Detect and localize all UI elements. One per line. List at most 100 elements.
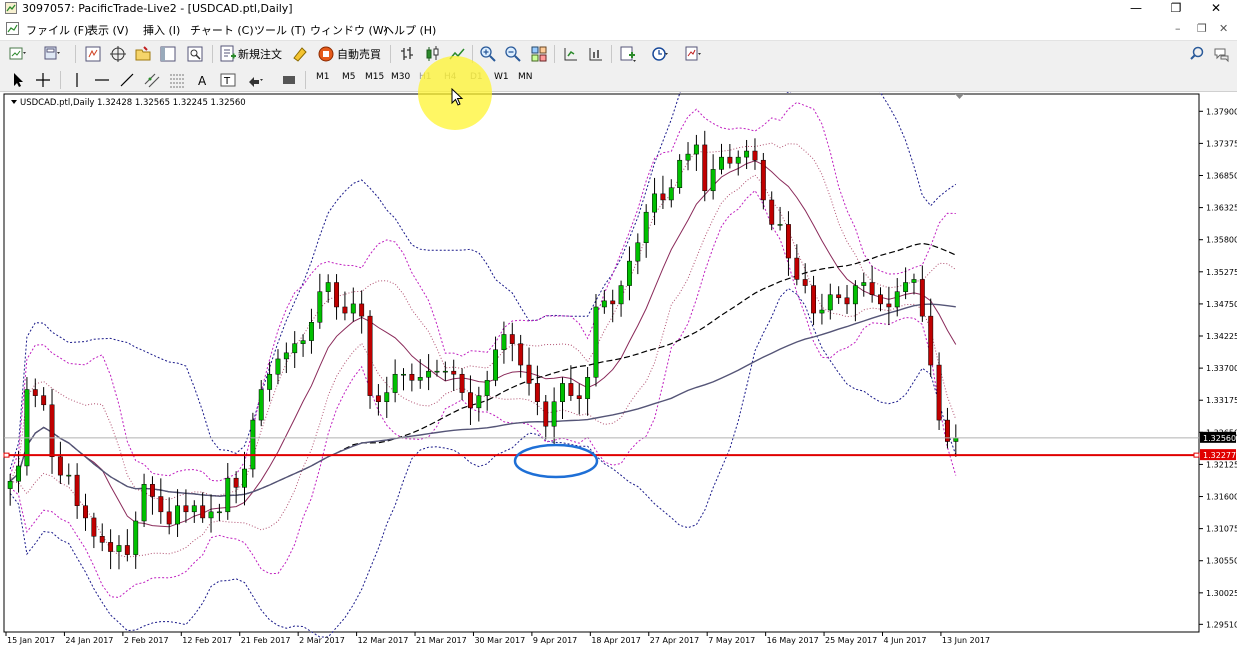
timeframe-m1[interactable]: M1 — [316, 72, 330, 82]
horizontal-line-icon[interactable] — [92, 70, 112, 90]
chart-window[interactable]: 1.37900 1.37375 1.36850 1.36325 1.35800 1.352… — [0, 31, 1237, 650]
svg-text:T: T — [223, 76, 231, 87]
metaeditor-icon[interactable] — [290, 44, 310, 64]
templates-icon[interactable] — [683, 44, 703, 64]
periods-icon[interactable] — [650, 44, 670, 64]
chat-icon[interactable] — [1212, 44, 1232, 64]
symbol-label: USDCAD.ptl,Daily — [20, 98, 94, 108]
time-axis-label: 13 Jun 2017 — [942, 636, 990, 645]
time-axis-label: 2 Feb 2017 — [124, 636, 169, 645]
time-axis-label: 24 Jan 2017 — [65, 636, 113, 645]
chart-shift-icon[interactable] — [586, 44, 606, 64]
price-axis-label: 1.33700 — [1206, 364, 1237, 373]
app-icon — [5, 2, 17, 14]
candle-bearish[interactable] — [367, 310, 373, 409]
menu-window[interactable]: ウィンドウ (W) — [310, 22, 388, 38]
time-axis-label: 30 Mar 2017 — [474, 636, 525, 645]
price-axis-label: 1.31075 — [1206, 525, 1237, 534]
terminal-icon[interactable] — [158, 44, 178, 64]
current-price-label: 1.32560 — [1203, 434, 1236, 443]
timeframe-m15[interactable]: M15 — [365, 72, 384, 82]
window-title: 3097057: PacificTrade-Live2 - [USDCAD.pt… — [22, 2, 293, 15]
price-axis-label: 1.37900 — [1206, 107, 1237, 116]
chart-window-icon[interactable] — [6, 22, 19, 35]
time-axis-label: 21 Feb 2017 — [241, 636, 291, 645]
menu-file[interactable]: ファイル (F) — [26, 22, 88, 38]
price-chart[interactable]: 1.37900 1.37375 1.36850 1.36325 1.35800 1.352… — [0, 31, 1237, 650]
mdi-minimize-button[interactable]: – — [1175, 22, 1181, 35]
mdi-close-button[interactable]: ✕ — [1219, 22, 1228, 35]
time-axis-label: 12 Feb 2017 — [182, 636, 232, 645]
candle-bullish[interactable] — [677, 154, 683, 194]
new-order-button[interactable]: 新規注文 — [238, 46, 282, 62]
standard-toolbar: 新規注文 自動売買 — [0, 40, 1237, 67]
data-window-icon[interactable] — [108, 44, 128, 64]
text-icon[interactable]: A — [193, 70, 213, 90]
price-axis-label: 1.31600 — [1206, 493, 1237, 502]
price-axis-label: 1.33175 — [1206, 396, 1237, 405]
price-axis-label: 1.36850 — [1206, 171, 1237, 180]
price-axis-label: 1.29510 — [1206, 620, 1237, 629]
menu-chart[interactable]: チャート (C) — [190, 22, 254, 38]
fibonacci-icon[interactable] — [167, 70, 187, 90]
menu-insert[interactable]: 挿入 (I) — [143, 22, 180, 38]
horizontal-line-handle[interactable] — [3, 452, 10, 458]
price-axis-label: 1.30550 — [1206, 557, 1237, 566]
crosshair-icon[interactable] — [33, 70, 53, 90]
timeframe-w1[interactable]: W1 — [494, 72, 509, 82]
time-axis-label: 12 Mar 2017 — [358, 636, 409, 645]
tile-windows-icon[interactable] — [529, 44, 549, 64]
rectangle-icon[interactable] — [279, 70, 299, 90]
candle-bullish[interactable] — [593, 294, 599, 387]
cursor-icon[interactable] — [8, 70, 28, 90]
time-axis-label: 18 Apr 2017 — [591, 636, 640, 645]
mouse-pointer-icon — [451, 88, 464, 106]
navigator-icon[interactable] — [133, 44, 153, 64]
timeframe-mn[interactable]: MN — [518, 72, 533, 82]
profiles-icon[interactable] — [42, 44, 62, 64]
candle-bullish[interactable] — [24, 377, 30, 476]
auto-trading-button[interactable]: 自動売買 — [337, 46, 381, 62]
price-axis-label: 1.34225 — [1206, 332, 1237, 341]
mdi-restore-button[interactable]: ❐ — [1197, 22, 1207, 35]
close-button[interactable]: ✕ — [1193, 0, 1237, 18]
arrows-icon[interactable] — [245, 70, 265, 90]
vertical-line-icon[interactable] — [67, 70, 87, 90]
time-axis-label: 16 May 2017 — [767, 636, 819, 645]
search-icon[interactable] — [1187, 44, 1207, 64]
indicators-icon[interactable] — [618, 44, 638, 64]
time-axis-label: 27 Apr 2017 — [650, 636, 699, 645]
timeframe-m30[interactable]: M30 — [391, 72, 410, 82]
timeframe-m5[interactable]: M5 — [342, 72, 356, 82]
equidistant-channel-icon[interactable] — [142, 70, 162, 90]
time-axis-label: 4 Jun 2017 — [883, 636, 926, 645]
menu-view[interactable]: 表示 (V) — [87, 22, 129, 38]
zoom-out-icon[interactable] — [503, 44, 523, 64]
time-axis-label: 15 Jan 2017 — [7, 636, 55, 645]
price-axis-label: 1.32125 — [1206, 460, 1237, 469]
menu-bar: ファイル (F) 表示 (V) 挿入 (I) チャート (C) ツール (T) … — [0, 19, 1237, 39]
auto-scroll-icon[interactable] — [561, 44, 581, 64]
text-label-icon[interactable]: T — [218, 70, 238, 90]
time-axis-label: 2 Mar 2017 — [299, 636, 345, 645]
title-bar: 3097057: PacificTrade-Live2 - [USDCAD.pt… — [0, 0, 1237, 18]
bar-chart-icon[interactable] — [397, 44, 417, 64]
price-axis-label: 1.36325 — [1206, 204, 1237, 213]
candle-bullish[interactable] — [250, 412, 256, 478]
svg-text:A: A — [198, 74, 207, 88]
new-chart-icon[interactable] — [8, 44, 28, 64]
zoom-in-icon[interactable] — [478, 44, 498, 64]
time-axis-label: 25 May 2017 — [825, 636, 877, 645]
new-order-icon[interactable] — [218, 44, 238, 64]
time-axis-label: 7 May 2017 — [708, 636, 755, 645]
trendline-icon[interactable] — [117, 70, 137, 90]
market-watch-icon[interactable] — [83, 44, 103, 64]
ohlc-label: 1.32428 1.32565 1.32245 1.32560 — [97, 98, 246, 108]
strategy-tester-icon[interactable] — [185, 44, 205, 64]
auto-trading-icon[interactable] — [316, 44, 336, 64]
menu-tools[interactable]: ツール (T) — [254, 22, 306, 38]
menu-help[interactable]: ヘルプ (H) — [383, 22, 436, 38]
line-studies-toolbar: A T M1 M5 M15 M30 H1 H4 D1 W1 MN — [0, 67, 1237, 92]
horizontal-line-price-label: 1.32277 — [1203, 451, 1236, 460]
horizontal-line-handle[interactable] — [1193, 452, 1200, 458]
